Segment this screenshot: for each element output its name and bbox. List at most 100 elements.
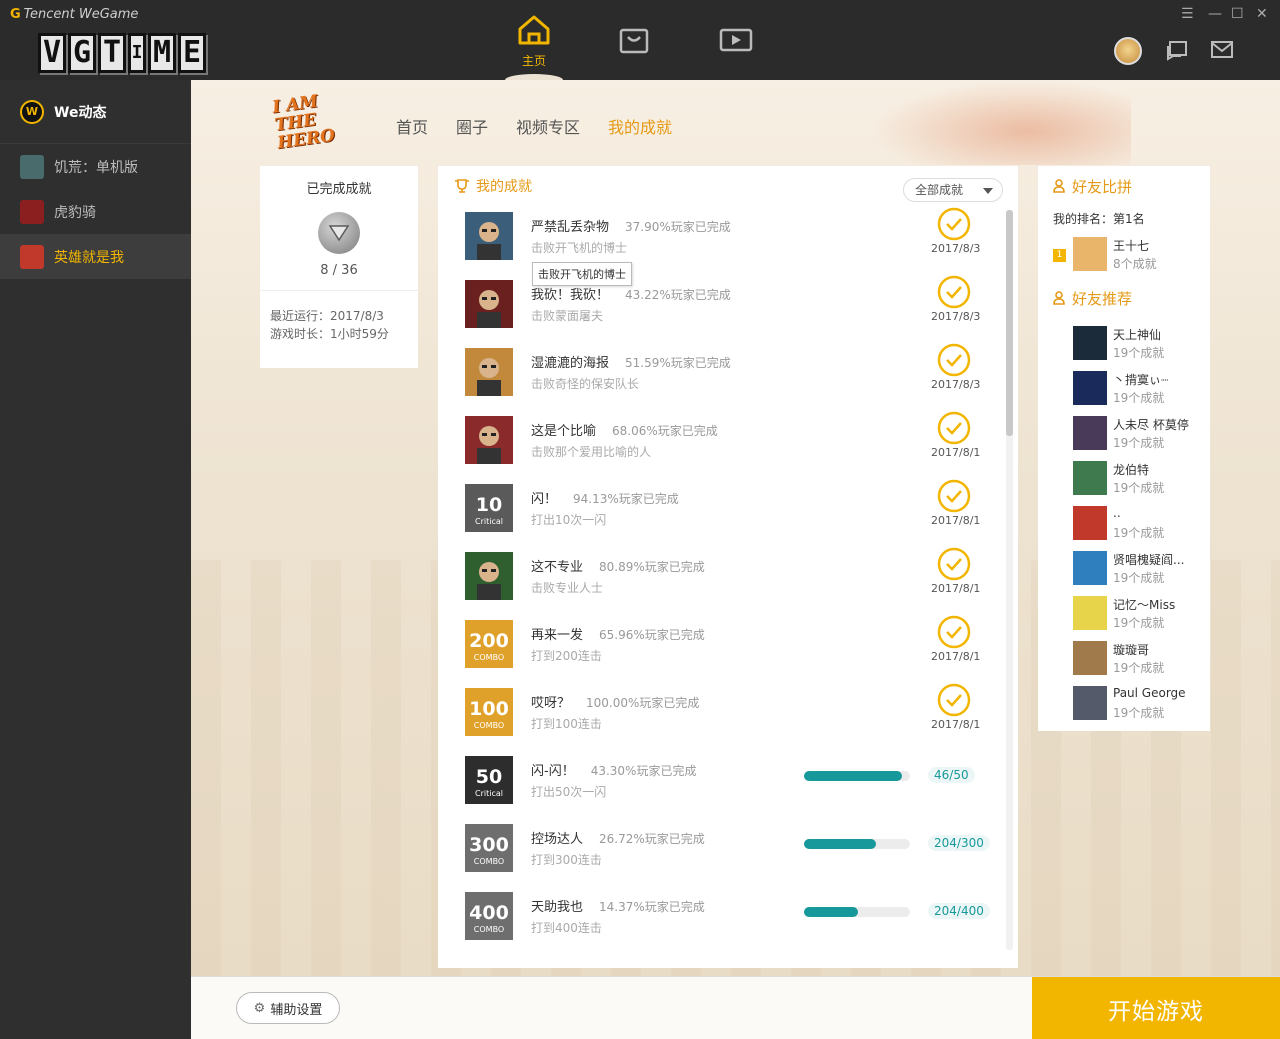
metaphor-man-icon xyxy=(465,416,513,464)
achievement-desc: 打到200连击 xyxy=(531,649,602,663)
avatar xyxy=(1073,326,1107,360)
avatar xyxy=(1073,686,1107,720)
chevron-down-icon xyxy=(983,188,993,194)
scrollbar-thumb[interactable] xyxy=(1006,210,1013,436)
achievement-name: 闪！ 94.13%玩家已完成 xyxy=(531,492,679,507)
achievement-desc: 打到400连击 xyxy=(531,921,602,935)
achievement-name: 天助我也 14.37%玩家已完成 xyxy=(531,900,705,915)
friend-name: .. xyxy=(1113,506,1121,520)
game-logo: I AM THE HERO xyxy=(271,91,337,154)
game-tabs: 首页 圈子 视频专区 我的成就 xyxy=(396,114,672,138)
nav-shop[interactable] xyxy=(618,26,650,58)
friend-row[interactable]: .. 19个成就 xyxy=(1038,502,1210,547)
security-captain-icon xyxy=(465,348,513,396)
achievement-date: 2017/8/3 xyxy=(931,310,981,323)
rank-badge: 1 xyxy=(1053,249,1066,262)
maximize-icon[interactable]: ☐ xyxy=(1231,6,1244,22)
game-icon xyxy=(20,199,44,224)
menu-icon[interactable]: ☰ xyxy=(1181,6,1194,22)
friend-count: 19个成就 xyxy=(1113,526,1165,540)
sidebar-header[interactable]: W We动态 xyxy=(0,80,191,144)
friend-count: 19个成就 xyxy=(1113,616,1165,630)
masked-butcher-icon xyxy=(465,280,513,328)
friend-row[interactable]: 贤唱槐疑阎... 19个成就 xyxy=(1038,547,1210,592)
hero-banner-art xyxy=(871,80,1131,165)
sidebar-item-dont-starve[interactable]: 饥荒：单机版 xyxy=(0,144,191,189)
assist-settings-button[interactable]: ⚙ 辅助设置 xyxy=(236,992,340,1024)
avatar xyxy=(1073,641,1107,675)
achievement-row: 湿漉漉的海报 51.59%玩家已完成 击败奇怪的保安队长 2017/8/3 xyxy=(438,342,1004,410)
nav-video[interactable] xyxy=(719,26,753,58)
completion-percent: 94.13%玩家已完成 xyxy=(573,492,679,506)
friend-count: 19个成就 xyxy=(1113,436,1165,450)
friend-row[interactable]: 人未尽 杯莫停 19个成就 xyxy=(1038,412,1210,457)
my-rank: 我的排名：第1名 xyxy=(1053,212,1145,226)
svg-text:200: 200 xyxy=(469,630,509,652)
friend-row[interactable]: 丶揹寞ぃ┈ 19个成就 xyxy=(1038,367,1210,412)
mail-icon[interactable] xyxy=(1210,39,1234,61)
achievement-date: 2017/8/1 xyxy=(931,650,981,663)
friend-count: 19个成就 xyxy=(1113,661,1165,675)
shop-bag-icon xyxy=(619,28,649,54)
completion-percent: 37.90%玩家已完成 xyxy=(625,220,731,234)
tooltip: 击败开飞机的博士 xyxy=(532,262,632,286)
friend-row[interactable]: 天上神仙 19个成就 xyxy=(1038,322,1210,367)
minimize-icon[interactable]: — xyxy=(1208,6,1222,22)
achievement-row: 300 COMBO 控场达人 26.72%玩家已完成 打到300连击 204/300 xyxy=(438,818,1004,886)
completed-check-icon xyxy=(937,207,971,241)
tab-achievements[interactable]: 我的成就 xyxy=(608,114,672,138)
friend-row[interactable]: 龙伯特 19个成就 xyxy=(1038,457,1210,502)
svg-text:COMBO: COMBO xyxy=(474,653,504,662)
friend-row[interactable]: 记忆～Miss 19个成就 xyxy=(1038,592,1210,637)
avatar xyxy=(1073,461,1107,495)
friend-name: Paul George xyxy=(1113,686,1186,700)
tab-circle[interactable]: 圈子 xyxy=(456,114,488,138)
combo-300-icon: 300 COMBO xyxy=(465,824,513,872)
critical-10-icon: 10 Critical xyxy=(465,484,513,532)
completion-percent: 43.22%玩家已完成 xyxy=(625,288,731,302)
svg-text:COMBO: COMBO xyxy=(474,925,504,934)
friend-name: 天上神仙 xyxy=(1113,328,1162,342)
completed-check-icon xyxy=(937,411,971,445)
game-icon xyxy=(20,244,44,269)
critical-50-icon: 50 Critical xyxy=(465,756,513,804)
nav-home[interactable]: 主页 xyxy=(505,0,563,86)
achievement-name: 这是个比喻 68.06%玩家已完成 xyxy=(531,424,718,439)
completed-check-icon xyxy=(937,615,971,649)
tab-video[interactable]: 视频专区 xyxy=(516,114,580,138)
achievement-list: 严禁乱丢杂物 37.90%玩家已完成 击败开飞机的博士 2017/8/3 我砍！我… xyxy=(438,206,1004,954)
friend-count: 19个成就 xyxy=(1113,346,1165,360)
completed-check-icon xyxy=(937,547,971,581)
avatar xyxy=(1073,371,1107,405)
sidebar-item-hero[interactable]: 英雄就是我 xyxy=(0,234,191,279)
nav-home-label: 主页 xyxy=(521,54,546,68)
user-avatar[interactable] xyxy=(1114,37,1142,65)
achievement-desc: 打到300连击 xyxy=(531,853,602,867)
sidebar-item-hubaoqi[interactable]: 虎豹骑 xyxy=(0,189,191,234)
progress-bar xyxy=(804,907,910,917)
achievement-row: 我砍！我砍！ 43.22%玩家已完成 击败蒙面屠夫 2017/8/3 xyxy=(438,274,1004,342)
start-game-button[interactable]: 开始游戏 xyxy=(1032,977,1280,1039)
chat-icon[interactable] xyxy=(1165,39,1189,63)
completion-percent: 68.06%玩家已完成 xyxy=(612,424,718,438)
scrollbar[interactable] xyxy=(1006,210,1013,950)
completion-percent: 65.96%玩家已完成 xyxy=(599,628,705,642)
completion-percent: 51.59%玩家已完成 xyxy=(625,356,731,370)
achievement-filter-select[interactable]: 全部成就 xyxy=(903,178,1003,202)
friend-row[interactable]: Paul George 19个成就 xyxy=(1038,682,1210,727)
close-icon[interactable]: ✕ xyxy=(1256,6,1268,22)
achievement-desc: 击败蒙面屠夫 xyxy=(531,309,604,323)
brand-name: Tencent WeGame xyxy=(23,7,139,22)
brand: G Tencent WeGame xyxy=(10,7,139,22)
progress-count: 46/50 xyxy=(928,767,975,783)
progress-bar xyxy=(804,839,910,849)
achievement-row: 100 COMBO 哎呀？ 100.00%玩家已完成 打到100连击 2017/8/… xyxy=(438,682,1004,750)
achievement-row: 200 COMBO 再来一发 65.96%玩家已完成 打到200连击 2017/8/… xyxy=(438,614,1004,682)
avatar xyxy=(1073,596,1107,630)
svg-text:COMBO: COMBO xyxy=(474,857,504,866)
tab-home[interactable]: 首页 xyxy=(396,114,428,138)
achievement-desc: 打出50次一闪 xyxy=(531,785,607,799)
achievement-date: 2017/8/3 xyxy=(931,242,981,255)
friend-row-top[interactable]: 1 王十七 8个成就 xyxy=(1038,233,1210,278)
friend-row[interactable]: 璇璇哥 19个成就 xyxy=(1038,637,1210,682)
